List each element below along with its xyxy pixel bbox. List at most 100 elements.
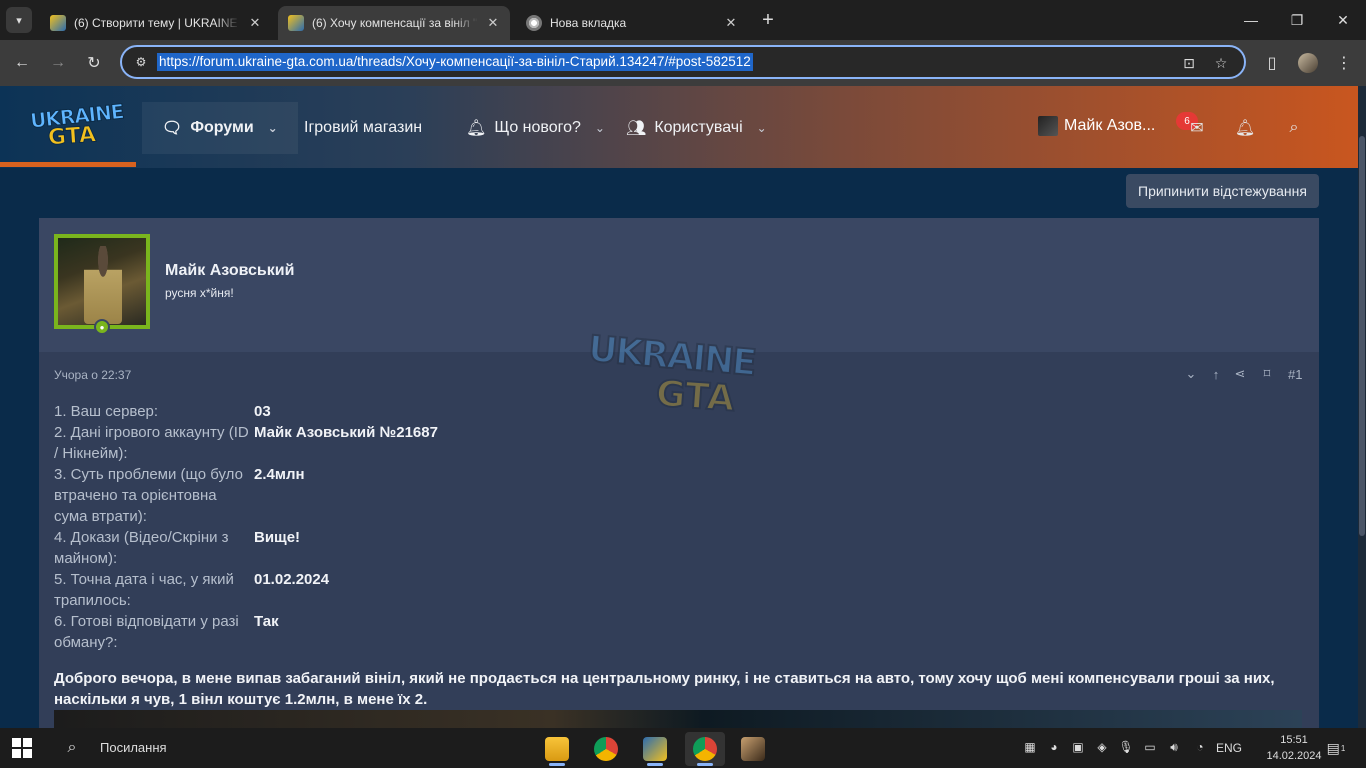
browser-tab-strip: ▾ (6) Створити тему | UKRAINE GTA ✕ (6) … bbox=[0, 0, 1366, 40]
install-app-icon[interactable]: ⊡ bbox=[1178, 53, 1200, 73]
app-tray-icon[interactable]: ▣ bbox=[1069, 738, 1087, 756]
site-settings-icon[interactable]: ⚙ bbox=[130, 52, 152, 72]
users-icon: 👥︎ bbox=[626, 120, 647, 137]
reload-icon[interactable]: ↻ bbox=[82, 51, 106, 75]
tab-title: Нова вкладка bbox=[550, 16, 627, 30]
post-date[interactable]: Учора о 22:37 bbox=[54, 368, 131, 382]
account-menu[interactable]: Майк Азов... bbox=[1038, 116, 1155, 136]
user-arrow-decoration bbox=[93, 340, 121, 352]
battery-icon[interactable]: ▭ bbox=[1141, 738, 1159, 756]
bookmark-star-icon[interactable]: ☆ bbox=[1210, 53, 1232, 73]
bell-icon: 🔔︎ bbox=[466, 120, 487, 137]
input-language[interactable]: ENG bbox=[1216, 741, 1242, 755]
browser-tab-new-tab[interactable]: Нова вкладка ✕ bbox=[516, 6, 748, 40]
url-text[interactable]: https://forum.ukraine-gta.com.ua/threads… bbox=[157, 53, 753, 71]
author-name[interactable]: Майк Азовський bbox=[165, 262, 294, 280]
author-avatar[interactable] bbox=[54, 234, 150, 329]
arrow-up-icon[interactable]: ↑ bbox=[1207, 366, 1225, 382]
search-icon[interactable]: ⌕ bbox=[1283, 118, 1305, 138]
browser-menu-icon[interactable]: ⋮ bbox=[1332, 51, 1356, 75]
browser-toolbar: ← → ↻ ⚙ https://forum.ukraine-gta.com.ua… bbox=[0, 40, 1366, 86]
user-avatar bbox=[1038, 116, 1058, 136]
page-scrollbar[interactable] bbox=[1358, 86, 1366, 728]
chevron-down-icon[interactable]: ⌄ bbox=[595, 121, 605, 135]
close-tab-icon[interactable]: ✕ bbox=[486, 15, 500, 31]
nav-label: Що нового? bbox=[494, 119, 581, 136]
notification-count: 1 bbox=[1340, 743, 1346, 753]
nav-label: Ігровий магазин bbox=[304, 119, 423, 136]
tab-title: (6) Створити тему | UKRAINE GTA bbox=[74, 16, 240, 30]
microphone-icon[interactable]: 🎙︎ bbox=[1117, 738, 1135, 756]
close-window-icon[interactable]: ✕ bbox=[1320, 0, 1366, 40]
minimize-icon[interactable]: — bbox=[1228, 0, 1274, 40]
bookmark-icon[interactable]: ⌑ bbox=[1258, 366, 1276, 382]
post-body-text: Доброго вечора, в мене випав забаганий в… bbox=[54, 670, 1275, 708]
browser-tab-thread[interactable]: (6) Хочу компенсації за вініл "Старий" ✕ bbox=[278, 6, 510, 40]
ukraine-gta-favicon-icon bbox=[288, 15, 304, 31]
game-launcher-icon[interactable] bbox=[635, 732, 675, 766]
tab-search-chevron-icon[interactable]: ▾ bbox=[6, 7, 32, 33]
post-number[interactable]: #1 bbox=[1288, 367, 1302, 382]
field-answer: Так bbox=[254, 613, 279, 630]
header-accent-bar bbox=[0, 162, 136, 167]
calculator-tray-icon[interactable]: ▦ bbox=[1021, 738, 1039, 756]
field-answer: Вище! bbox=[254, 529, 301, 546]
game-tray-icon[interactable]: ◈ bbox=[1093, 738, 1111, 756]
post-attached-image[interactable] bbox=[54, 710, 1302, 728]
unwatch-thread-button[interactable]: Припинити відстежування bbox=[1126, 174, 1319, 208]
restore-icon[interactable]: ❐ bbox=[1274, 0, 1320, 40]
nav-forums[interactable]: 🗨 Форуми ⌄ bbox=[142, 102, 298, 154]
scrollbar-thumb[interactable] bbox=[1359, 136, 1365, 536]
profile-avatar-icon[interactable] bbox=[1296, 51, 1320, 75]
taskbar-search-label[interactable]: Посилання bbox=[100, 740, 167, 755]
ukraine-gta-logo[interactable]: UKRAINE GTA bbox=[29, 99, 125, 151]
field-answer: 01.02.2024 bbox=[254, 571, 330, 588]
field-question: 1. Ваш сервер: bbox=[54, 403, 159, 420]
gta-app-icon[interactable] bbox=[733, 732, 773, 766]
chrome-favicon-icon bbox=[526, 15, 542, 31]
field-question: 3. Суть проблеми (що було втрачено та ор… bbox=[54, 466, 243, 525]
avatar-photo bbox=[84, 246, 122, 324]
system-clock[interactable]: 15:51 14.02.2024 bbox=[1264, 732, 1324, 764]
address-bar[interactable]: ⚙ https://forum.ukraine-gta.com.ua/threa… bbox=[120, 45, 1246, 79]
chevron-down-icon[interactable]: ⌄ bbox=[757, 121, 767, 135]
share-icon[interactable]: ⋖ bbox=[1231, 366, 1249, 382]
file-explorer-icon[interactable] bbox=[537, 732, 577, 766]
forum-post: ● Майк Азовський русня х*йня! Учора о 22… bbox=[39, 218, 1319, 728]
nav-whats-new[interactable]: 🔔︎ Що нового? ⌄ bbox=[446, 102, 625, 154]
speech-bubble-icon: 🗨 bbox=[162, 120, 183, 137]
field-answer: 03 bbox=[254, 403, 271, 420]
tab-title: (6) Хочу компенсації за вініл "Старий" bbox=[312, 16, 478, 30]
close-tab-icon[interactable]: ✕ bbox=[248, 15, 262, 31]
nav-game-shop[interactable]: Ігровий магазин bbox=[284, 102, 442, 154]
forward-arrow-icon[interactable]: → bbox=[46, 51, 70, 75]
envelope-icon[interactable]: ✉ bbox=[1186, 118, 1208, 138]
alerts-bell-icon[interactable]: 🔔︎ bbox=[1234, 118, 1256, 138]
notifications-icon[interactable]: ▤ 1 bbox=[1324, 738, 1348, 758]
chrome-icon[interactable] bbox=[586, 732, 626, 766]
side-panel-icon[interactable]: ▯ bbox=[1260, 51, 1284, 75]
ukraine-gta-favicon-icon bbox=[50, 15, 66, 31]
field-answer: Майк Азовський №21687 bbox=[254, 424, 438, 441]
search-icon[interactable]: ⌕ bbox=[62, 738, 82, 758]
volume-icon[interactable]: 🔊︎ bbox=[1165, 738, 1183, 756]
clock-date: 14.02.2024 bbox=[1266, 750, 1322, 762]
field-question: 4. Докази (Відео/Скріни з майном): bbox=[54, 529, 229, 567]
browser-tab-create-topic[interactable]: (6) Створити тему | UKRAINE GTA ✕ bbox=[40, 6, 272, 40]
chevron-circle-icon[interactable]: ⌄ bbox=[1182, 366, 1200, 382]
windows-taskbar: ⌕ Посилання ▦ ◕ ▣ ◈ 🎙︎ ▭ 🔊︎ ◔ ENG 15:51 … bbox=[0, 728, 1366, 768]
forum-header: UKRAINE GTA 🗨 Форуми ⌄ Ігровий магазин 🔔… bbox=[0, 86, 1358, 168]
online-status-icon: ● bbox=[94, 319, 110, 335]
chrome-active-icon[interactable] bbox=[685, 732, 725, 766]
discord-tray-icon[interactable]: ◕ bbox=[1045, 738, 1063, 756]
nav-users[interactable]: 👥︎ Користувачі ⌄ bbox=[606, 102, 787, 154]
field-question: 2. Дані ігрового аккаунту (ID / Нікнейм)… bbox=[54, 424, 249, 462]
account-name: Майк Азов... bbox=[1064, 117, 1156, 134]
post-user-header: ● Майк Азовський русня х*йня! bbox=[39, 218, 1319, 352]
new-tab-plus-icon[interactable]: + bbox=[756, 8, 780, 32]
windows-start-icon[interactable] bbox=[12, 738, 32, 758]
chevron-down-icon[interactable]: ⌄ bbox=[268, 121, 278, 135]
close-tab-icon[interactable]: ✕ bbox=[724, 15, 738, 31]
back-arrow-icon[interactable]: ← bbox=[10, 51, 34, 75]
network-icon[interactable]: ◔ bbox=[1191, 738, 1209, 756]
